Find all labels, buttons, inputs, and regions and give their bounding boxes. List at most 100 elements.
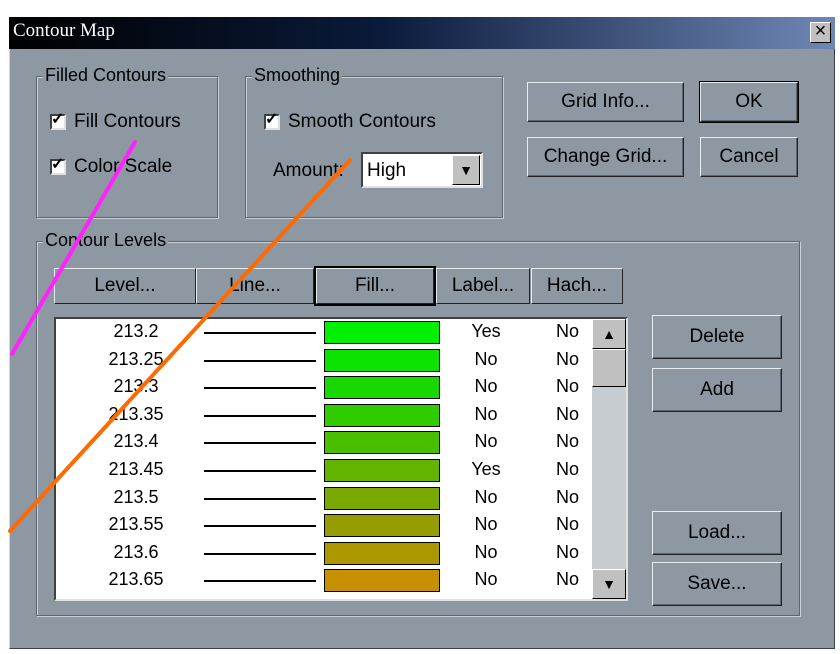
smoothing-title: Smoothing	[252, 64, 343, 86]
line-sample	[204, 580, 316, 583]
ok-button[interactable]: OK	[699, 81, 799, 123]
hach-value: No	[556, 459, 580, 479]
hach-value: No	[556, 541, 580, 562]
fill-swatch	[324, 321, 440, 344]
contour-levels-list[interactable]: 213.2 Yes No 213.25 No No 213.3 No No 213.35 No No 2…	[54, 317, 628, 601]
scroll-thumb[interactable]	[592, 349, 626, 387]
label-value: No	[474, 376, 498, 397]
change-grid-button[interactable]: Change Grid...	[527, 137, 684, 177]
grid-info-button[interactable]: Grid Info...	[527, 82, 684, 122]
fill-swatch	[324, 459, 440, 482]
fill-contours-label: Fill Contours	[74, 111, 181, 132]
header-label[interactable]: Label...	[436, 268, 530, 304]
fill-swatch	[324, 541, 440, 565]
hach-value: No	[556, 486, 580, 507]
label-value: Yes	[471, 321, 501, 341]
header-hach[interactable]: Hach...	[531, 268, 623, 304]
level-value: 213.65	[108, 569, 164, 590]
window-title: Contour Map	[13, 20, 115, 41]
line-sample	[204, 359, 316, 362]
fill-swatch	[324, 431, 440, 455]
chevron-down-icon[interactable]: ▼	[452, 155, 480, 185]
label-value: Yes	[471, 459, 501, 479]
line-sample	[204, 387, 316, 390]
delete-button[interactable]: Delete	[652, 315, 782, 359]
label-value: No	[474, 348, 498, 369]
fill-swatch	[324, 514, 440, 538]
list-item[interactable]: 213.6 No No	[56, 540, 596, 567]
filled-contours-title: Filled Contours	[43, 64, 169, 86]
level-value: 213.55	[108, 514, 164, 535]
header-fill[interactable]: Fill...	[314, 266, 436, 306]
level-value: 213.4	[113, 431, 159, 452]
header-level[interactable]: Level...	[54, 268, 196, 304]
check-icon: ✓	[51, 156, 65, 173]
add-button[interactable]: Add	[652, 368, 782, 412]
hach-value: No	[556, 431, 580, 452]
amount-select[interactable]: High ▼	[361, 152, 483, 188]
list-item[interactable]: 213.35 No No	[56, 402, 596, 429]
fill-swatch	[324, 348, 440, 372]
line-sample	[204, 414, 316, 417]
list-item[interactable]: 213.5 No No	[56, 485, 596, 512]
fill-swatch	[324, 403, 440, 427]
line-sample	[204, 552, 316, 555]
amount-value: High	[367, 160, 407, 181]
contour-map-dialog: Contour Map × Filled Contours ✓ Fill Con…	[0, 0, 840, 654]
level-value: 213.5	[113, 486, 159, 507]
line-sample	[204, 497, 316, 500]
smooth-contours-box[interactable]: ✓	[264, 111, 280, 130]
label-value: No	[474, 403, 498, 424]
fill-contours-box[interactable]: ✓	[50, 111, 66, 130]
smooth-contours-label: Smooth Contours	[288, 111, 436, 132]
hach-value: No	[556, 348, 580, 369]
line-sample	[204, 525, 316, 528]
label-value: No	[474, 541, 498, 562]
cancel-button[interactable]: Cancel	[700, 137, 798, 177]
list-item[interactable]: 213.4 No No	[56, 429, 596, 456]
label-value: No	[474, 431, 498, 452]
list-item[interactable]: 213.25 No No	[56, 347, 596, 374]
close-button[interactable]: ×	[810, 21, 831, 43]
hach-value: No	[556, 569, 580, 590]
fill-swatch	[324, 569, 440, 593]
smoothing-group: Smoothing	[245, 64, 503, 218]
load-button[interactable]: Load...	[652, 511, 782, 555]
label-value: No	[474, 569, 498, 590]
list-item[interactable]: 213.55 No No	[56, 512, 596, 539]
hach-value: No	[556, 403, 580, 424]
fill-swatch	[324, 486, 440, 510]
list-scrollbar[interactable]: ▲ ▼	[592, 319, 626, 599]
list-item[interactable]: 213.3 No No	[56, 374, 596, 401]
level-value: 213.6	[113, 541, 159, 562]
list-item[interactable]: 213.2 Yes No	[56, 319, 596, 346]
fill-swatch	[324, 376, 440, 400]
level-value: 213.25	[108, 348, 164, 369]
check-icon: ✓	[51, 111, 65, 128]
list-item[interactable]: 213.45 Yes No	[56, 457, 596, 484]
color-scale-label: Color Scale	[74, 156, 173, 177]
line-sample	[204, 332, 316, 334]
level-value: 213.2	[113, 321, 159, 341]
level-value: 213.35	[108, 403, 164, 424]
list-item[interactable]: 213.65 No No	[56, 567, 596, 594]
fill-contours-checkbox[interactable]: ✓ Fill Contours	[50, 111, 181, 133]
line-sample	[204, 470, 316, 472]
save-button[interactable]: Save...	[652, 562, 782, 606]
check-icon: ✓	[265, 111, 279, 128]
label-value: No	[474, 514, 498, 535]
contour-levels-title: Contour Levels	[43, 229, 169, 251]
hach-value: No	[556, 514, 580, 535]
amount-label: Amount:	[273, 160, 344, 181]
header-line[interactable]: Line...	[196, 268, 314, 304]
label-value: No	[474, 486, 498, 507]
smooth-contours-checkbox[interactable]: ✓ Smooth Contours	[264, 111, 436, 133]
hach-value: No	[556, 376, 580, 397]
hach-value: No	[556, 321, 580, 341]
scroll-up-icon[interactable]: ▲	[592, 319, 626, 349]
color-scale-checkbox[interactable]: ✓ Color Scale	[50, 156, 172, 178]
level-value: 213.3	[113, 376, 159, 397]
title-bar[interactable]: Contour Map	[9, 17, 835, 49]
color-scale-box[interactable]: ✓	[50, 156, 66, 175]
scroll-down-icon[interactable]: ▼	[592, 569, 626, 599]
